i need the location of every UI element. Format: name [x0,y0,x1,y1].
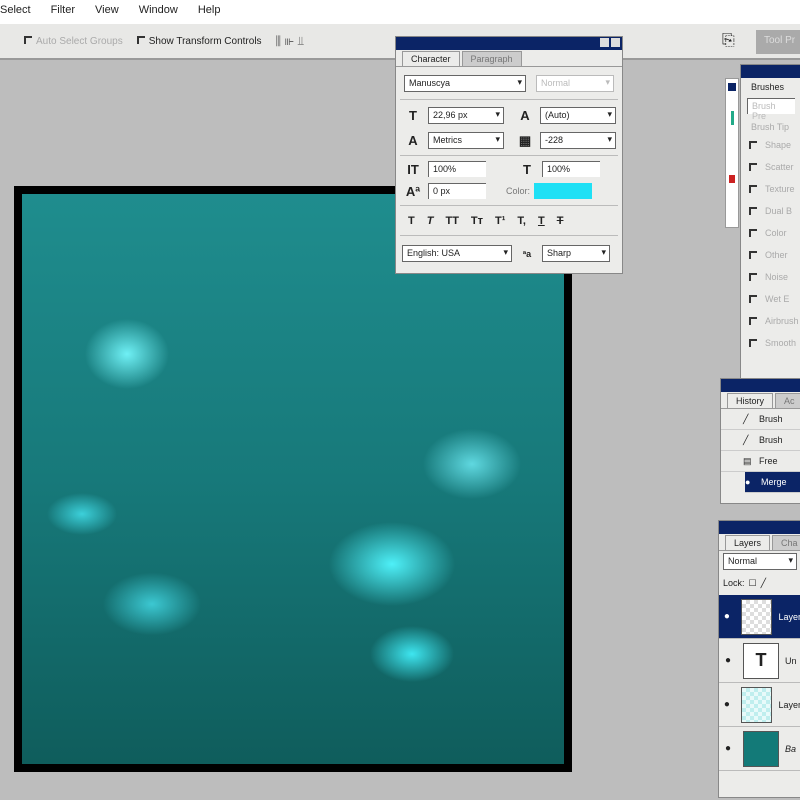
leading-icon: A [520,108,530,123]
brush-option[interactable]: Other [741,244,800,266]
panel-titlebar[interactable] [721,379,800,392]
history-item[interactable]: ╱ Brush [721,430,800,451]
tool-presets-button[interactable]: Tool Pr [756,30,800,54]
horizontal-scale-input[interactable]: 100% [542,161,600,177]
faux-bold-button[interactable]: T [408,215,415,227]
underline-button[interactable]: T [538,215,545,227]
palette-icon[interactable]: ⎘ [722,32,735,50]
visibility-eye-icon[interactable]: ● [719,611,735,622]
language-select[interactable]: English: USA [402,245,512,262]
font-size-icon: T [409,108,417,123]
menu-bar: Select Filter View Window Help [0,0,800,24]
color-chip[interactable] [728,83,736,91]
menu-window[interactable]: Window [139,4,178,24]
minimize-icon[interactable] [600,38,609,47]
small-caps-button[interactable]: Tт [471,215,483,227]
brush-presets-item[interactable]: Brush Pre [747,98,795,121]
color-label: Color: [506,186,531,196]
subscript-button[interactable]: T, [517,215,526,227]
lock-row: Lock: ☐ ╱ [723,578,767,589]
kerning-select[interactable]: Metrics [428,132,504,149]
menu-view[interactable]: View [95,4,119,24]
show-transform-checkbox[interactable]: Show Transform Controls [136,35,262,47]
layer-row-selected[interactable]: ● Layer [719,595,800,639]
text-color-swatch[interactable] [534,183,593,199]
menu-select[interactable]: Select [0,4,31,24]
history-item[interactable]: ▤ Free [721,451,800,472]
chip-icon[interactable] [730,111,734,125]
history-item[interactable]: ╱ Brush [721,409,800,430]
vertical-scale-icon: IT [407,161,419,177]
leading-select[interactable]: (Auto) [540,107,616,124]
brush-option[interactable]: Smooth [741,332,800,354]
visibility-eye-icon[interactable]: ● [719,743,737,754]
chip-icon[interactable] [729,175,735,183]
superscript-button[interactable]: T¹ [495,215,505,227]
tab-layers[interactable]: Layers [725,535,771,550]
all-caps-button[interactable]: TT [445,215,458,227]
brush-option[interactable]: Dual B [741,200,800,222]
menu-help[interactable]: Help [198,4,221,24]
antialias-icon: ªa [522,248,532,259]
panel-titlebar[interactable] [719,521,800,534]
tab-brushes[interactable]: Brushes [741,78,800,96]
brush-options-list: Shape Scatter Texture Dual B Color Other… [741,134,800,354]
brush-icon: ╱ [743,434,749,445]
lock-transparency-icon[interactable]: ☐ [749,578,757,589]
layer-row[interactable]: ● T Un [719,639,800,683]
character-panel: Character Paragraph Manuscya Normal T 22,9… [395,36,623,274]
tab-actions[interactable]: Ac [775,393,800,408]
font-family-select[interactable]: Manuscya [404,75,526,92]
align-icons[interactable]: ⫼ ⊪ ⫫ [276,34,305,49]
antialias-select[interactable]: Sharp [542,245,610,262]
close-icon[interactable] [611,38,620,47]
layer-thumbnail [743,730,779,767]
brush-option[interactable]: Noise [741,266,800,288]
font-style-select[interactable]: Normal [536,75,614,92]
auto-select-checkbox[interactable]: Auto Select Groups [24,35,123,47]
teal-flower-image [22,194,564,764]
tab-paragraph[interactable]: Paragraph [461,51,522,66]
kerning-icon: A [408,133,418,148]
blend-mode-select[interactable]: Normal [723,553,797,570]
layer-row[interactable]: ● Ba [719,727,800,771]
brush-option[interactable]: Airbrush [741,310,800,332]
layers-panel: LayersCha Normal Lock:☐╱ ●Layer ●TUn ●La… [718,520,800,798]
tracking-select[interactable]: -228 [540,132,616,149]
brush-icon: ╱ [743,413,749,424]
history-panel: History Ac ╱ Brush ╱ Brush ▤ Free ● Merge [720,378,800,504]
layer-thumbnail [740,686,773,723]
text-layer-icon: T [743,642,779,679]
faux-italic-button[interactable]: T [427,215,434,227]
free-transform-icon: ▤ [743,455,752,466]
brushes-panel: Brushes Brush Pre Brush Tip Shape Scatte… [740,64,800,380]
font-size-select[interactable]: 22,96 px [428,107,504,124]
lock-paint-icon[interactable]: ╱ [761,578,766,589]
tab-history[interactable]: History [727,393,774,408]
strikethrough-button[interactable]: T [557,215,564,227]
brush-option[interactable]: Wet E [741,288,800,310]
palette-well [725,78,739,228]
visibility-eye-icon[interactable]: ● [719,655,737,666]
tab-channels[interactable]: Cha [772,535,800,550]
tab-character[interactable]: Character [402,51,460,66]
horizontal-scale-icon: T [523,161,531,177]
visibility-eye-icon[interactable]: ● [719,699,735,710]
tracking-icon: ▦ [518,132,532,148]
brush-tip-item[interactable]: Brush Tip [741,116,800,134]
brush-option[interactable]: Shape [741,134,800,156]
brush-option[interactable]: Scatter [741,156,800,178]
brush-option[interactable]: Color [741,222,800,244]
baseline-shift-input[interactable]: 0 px [428,183,486,199]
history-item-selected[interactable]: ● Merge [745,472,800,493]
layer-thumbnail [740,598,773,635]
layer-row[interactable]: ● Layer [719,683,800,727]
baseline-shift-icon: Aª [405,183,421,199]
panel-titlebar[interactable] [741,65,800,78]
brush-option[interactable]: Texture [741,178,800,200]
vertical-scale-input[interactable]: 100% [428,161,486,177]
panel-titlebar[interactable] [396,37,622,50]
menu-filter[interactable]: Filter [51,4,75,24]
merge-icon: ● [745,477,751,487]
